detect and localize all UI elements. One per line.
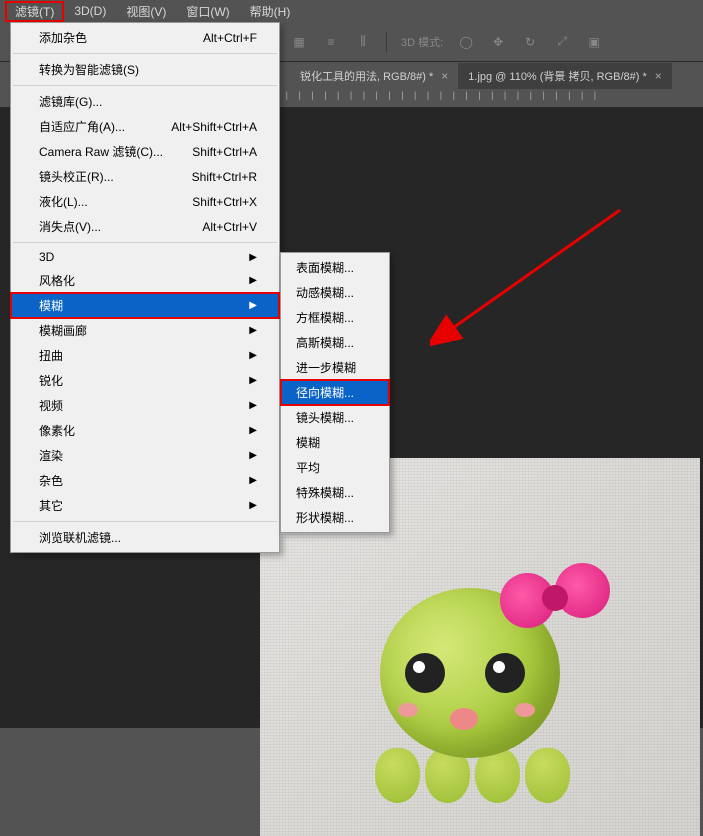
menu-label: 转换为智能滤镜(S) <box>39 61 139 78</box>
separator <box>13 85 277 86</box>
submenu-radial-blur[interactable]: 径向模糊... <box>281 380 389 405</box>
submenu-lens-blur[interactable]: 镜头模糊... <box>281 405 389 430</box>
close-icon[interactable]: × <box>655 69 662 83</box>
menu-label: 镜头校正(R)... <box>39 168 114 185</box>
menu-filter[interactable]: 滤镜(T) <box>5 1 64 22</box>
orbit-icon[interactable]: ◯ <box>457 33 475 51</box>
submenu-arrow-icon: ▶ <box>249 400 257 411</box>
menu-label: 浏览联机滤镜... <box>39 529 121 546</box>
menu-blur[interactable]: 模糊 ▶ <box>11 293 279 318</box>
scale-icon[interactable]: ⤢ <box>553 33 571 51</box>
submenu-arrow-icon: ▶ <box>249 375 257 386</box>
menu-blur-gallery[interactable]: 模糊画廊 ▶ <box>11 318 279 343</box>
menu-label: 3D <box>39 250 54 264</box>
menu-shortcut: Alt+Ctrl+F <box>203 31 257 45</box>
submenu-box-blur[interactable]: 方框模糊... <box>281 305 389 330</box>
menu-3d-sub[interactable]: 3D ▶ <box>11 246 279 268</box>
menu-smart-filter[interactable]: 转换为智能滤镜(S) <box>11 57 279 82</box>
separator <box>386 32 387 52</box>
menu-label: 模糊画廊 <box>39 322 87 339</box>
submenu-blur-more[interactable]: 进一步模糊 <box>281 355 389 380</box>
align-icon-3[interactable]: ⫼ <box>354 33 372 51</box>
tab-label: 锐化工具的用法, RGB/8#) * <box>300 68 433 84</box>
menu-label: 扭曲 <box>39 347 63 364</box>
menu-label: 添加杂色 <box>39 29 87 46</box>
submenu-arrow-icon: ▶ <box>249 275 257 286</box>
align-icon-1[interactable]: ▦ <box>290 33 308 51</box>
menu-browse-online[interactable]: 浏览联机滤镜... <box>11 525 279 550</box>
separator <box>13 521 277 522</box>
tab-2[interactable]: 1.jpg @ 110% (背景 拷贝, RGB/8#) * × <box>458 63 671 89</box>
menu-noise[interactable]: 杂色 ▶ <box>11 468 279 493</box>
menu-label: 自适应广角(A)... <box>39 118 125 135</box>
submenu-shape-blur[interactable]: 形状模糊... <box>281 505 389 530</box>
menu-label: 模糊 <box>39 297 63 314</box>
submenu-arrow-icon: ▶ <box>249 500 257 511</box>
menu-shortcut: Alt+Shift+Ctrl+A <box>171 120 257 134</box>
menu-help[interactable]: 帮助(H) <box>240 1 301 22</box>
submenu-arrow-icon: ▶ <box>249 425 257 436</box>
menu-label: 视频 <box>39 397 63 414</box>
menu-label: 风格化 <box>39 272 75 289</box>
menu-view[interactable]: 视图(V) <box>116 1 176 22</box>
close-icon[interactable]: × <box>441 69 448 83</box>
submenu-smart-blur[interactable]: 特殊模糊... <box>281 480 389 505</box>
submenu-motion-blur[interactable]: 动感模糊... <box>281 280 389 305</box>
menu-vanishing-point[interactable]: 消失点(V)... Alt+Ctrl+V <box>11 214 279 239</box>
menu-window[interactable]: 窗口(W) <box>176 1 239 22</box>
menu-shortcut: Shift+Ctrl+R <box>192 170 257 184</box>
menu-shortcut: Shift+Ctrl+A <box>192 145 257 159</box>
separator <box>13 53 277 54</box>
submenu-arrow-icon: ▶ <box>249 252 257 263</box>
menu-distort[interactable]: 扭曲 ▶ <box>11 343 279 368</box>
menu-label: 其它 <box>39 497 63 514</box>
menu-label: 滤镜库(G)... <box>39 93 102 110</box>
filter-dropdown: 添加杂色 Alt+Ctrl+F 转换为智能滤镜(S) 滤镜库(G)... 自适应… <box>10 22 280 553</box>
menu-3d[interactable]: 3D(D) <box>64 2 116 20</box>
menu-pixelate[interactable]: 像素化 ▶ <box>11 418 279 443</box>
mode-3d-label: 3D 模式: <box>401 34 443 50</box>
menu-label: 杂色 <box>39 472 63 489</box>
tab-label: 1.jpg @ 110% (背景 拷贝, RGB/8#) * <box>468 68 646 84</box>
rotate-icon[interactable]: ↻ <box>521 33 539 51</box>
menu-camera-raw[interactable]: Camera Raw 滤镜(C)... Shift+Ctrl+A <box>11 139 279 164</box>
menu-label: 锐化 <box>39 372 63 389</box>
submenu-surface-blur[interactable]: 表面模糊... <box>281 255 389 280</box>
submenu-arrow-icon: ▶ <box>249 475 257 486</box>
menu-other[interactable]: 其它 ▶ <box>11 493 279 518</box>
pan-icon[interactable]: ✥ <box>489 33 507 51</box>
menu-label: 像素化 <box>39 422 75 439</box>
blur-submenu: 表面模糊... 动感模糊... 方框模糊... 高斯模糊... 进一步模糊 径向… <box>280 252 390 533</box>
submenu-blur[interactable]: 模糊 <box>281 430 389 455</box>
menubar: 滤镜(T) 3D(D) 视图(V) 窗口(W) 帮助(H) <box>0 0 703 22</box>
align-icon-2[interactable]: ≡ <box>322 33 340 51</box>
submenu-arrow-icon: ▶ <box>249 325 257 336</box>
menu-video[interactable]: 视频 ▶ <box>11 393 279 418</box>
menu-label: Camera Raw 滤镜(C)... <box>39 143 163 160</box>
camera-icon[interactable]: ▣ <box>585 33 603 51</box>
submenu-average[interactable]: 平均 <box>281 455 389 480</box>
menu-render[interactable]: 渲染 ▶ <box>11 443 279 468</box>
image-content-octopus <box>350 558 590 818</box>
menu-shortcut: Shift+Ctrl+X <box>192 195 257 209</box>
menu-add-noise[interactable]: 添加杂色 Alt+Ctrl+F <box>11 25 279 50</box>
menu-label: 渲染 <box>39 447 63 464</box>
menu-lens-correction[interactable]: 镜头校正(R)... Shift+Ctrl+R <box>11 164 279 189</box>
menu-shortcut: Alt+Ctrl+V <box>202 220 257 234</box>
menu-label: 液化(L)... <box>39 193 88 210</box>
menu-label: 消失点(V)... <box>39 218 101 235</box>
menu-liquify[interactable]: 液化(L)... Shift+Ctrl+X <box>11 189 279 214</box>
menu-filter-gallery[interactable]: 滤镜库(G)... <box>11 89 279 114</box>
menu-adaptive-wide[interactable]: 自适应广角(A)... Alt+Shift+Ctrl+A <box>11 114 279 139</box>
submenu-gaussian-blur[interactable]: 高斯模糊... <box>281 330 389 355</box>
menu-stylize[interactable]: 风格化 ▶ <box>11 268 279 293</box>
submenu-arrow-icon: ▶ <box>249 350 257 361</box>
separator <box>13 242 277 243</box>
menu-sharpen[interactable]: 锐化 ▶ <box>11 368 279 393</box>
submenu-arrow-icon: ▶ <box>249 300 257 311</box>
tab-1[interactable]: 锐化工具的用法, RGB/8#) * × <box>290 63 458 89</box>
submenu-arrow-icon: ▶ <box>249 450 257 461</box>
